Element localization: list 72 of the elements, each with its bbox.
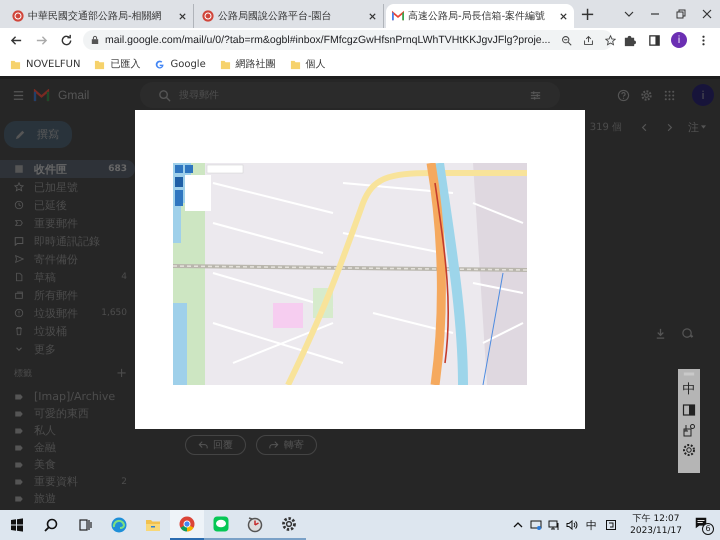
profile-avatar[interactable]: i [671, 32, 687, 48]
tools-icon[interactable] [682, 423, 696, 437]
chat-icon [14, 236, 24, 246]
warning-icon [14, 308, 24, 318]
speaker-icon[interactable] [566, 519, 578, 531]
network-icon[interactable] [548, 519, 560, 531]
google-logo-icon [154, 58, 166, 70]
input-language-indicator[interactable]: 中 [586, 518, 598, 532]
chrome-browser-icon [178, 515, 196, 533]
send-icon [14, 254, 24, 264]
unread-count: 683 [108, 164, 127, 174]
document-icon [14, 272, 24, 282]
pencil-icon [14, 128, 27, 141]
input-mode-button[interactable]: 中 [682, 382, 696, 397]
clock-app-icon [246, 515, 264, 533]
account-avatar[interactable]: i [692, 84, 714, 106]
notification-icon[interactable] [694, 516, 708, 530]
contrast-icon[interactable] [682, 403, 696, 417]
folder-icon [10, 58, 21, 70]
close-icon[interactable] [178, 12, 187, 20]
side-panel-icon[interactable] [648, 34, 661, 46]
task-view-icon[interactable] [77, 517, 93, 533]
emblem-icon [202, 10, 214, 22]
mailbox-item[interactable]: 收件匣 683 [0, 160, 135, 178]
star-icon [14, 182, 24, 192]
notification-count: 6 [702, 523, 714, 535]
folder-icon [94, 58, 106, 70]
add-label-button[interactable]: + [116, 366, 127, 380]
ime-mode-icon[interactable] [605, 519, 618, 531]
close-icon[interactable] [701, 8, 713, 20]
stacked-mail-icon [14, 290, 24, 300]
bookmark[interactable]: 網路社團 [220, 57, 276, 71]
address-bar[interactable]: mail.google.com/mail/u/0/?tab=rm&ogbl#inbox/FMfcgzGwHfsnPrnqLWhTVHtKKJgvJFlg?proje... [83, 30, 613, 50]
emblem-icon [12, 10, 24, 22]
close-icon[interactable] [368, 12, 377, 20]
browser-tab[interactable]: 高速公路局-局長信箱-案件編號 [386, 4, 574, 28]
back-arrow-icon[interactable] [10, 34, 23, 46]
filter-sliders-icon[interactable] [529, 88, 542, 102]
zoom-icon[interactable] [561, 34, 572, 46]
forward-arrow-icon [269, 440, 279, 450]
settings-icon [280, 515, 298, 533]
trash-icon [14, 326, 24, 336]
monitor-icon[interactable] [530, 519, 542, 531]
chat-app-icon [212, 515, 230, 533]
gmail-logo-icon [392, 10, 404, 22]
caret-icon [701, 125, 706, 129]
bookmark[interactable]: NOVELFUN [10, 58, 80, 70]
restore-icon[interactable] [675, 8, 687, 20]
settings-icon[interactable] [682, 443, 696, 457]
windows-start-icon[interactable] [9, 517, 25, 533]
drag-handle-icon[interactable] [683, 372, 695, 376]
puzzle-icon[interactable] [623, 34, 636, 46]
label-arrow-icon [14, 218, 24, 228]
star-icon[interactable] [605, 34, 616, 46]
bookmark[interactable]: 已匯入 [94, 57, 140, 71]
gmail-logo-icon [33, 88, 50, 102]
reply-arrow-icon [198, 440, 208, 450]
taskbar-app[interactable] [170, 510, 204, 540]
search-icon[interactable] [43, 517, 59, 533]
folder-icon [290, 58, 301, 70]
inbox-icon [14, 164, 24, 174]
close-icon[interactable] [559, 12, 568, 20]
clock-icon [14, 200, 24, 210]
reload-icon[interactable] [60, 34, 73, 46]
bookmark[interactable]: Google [154, 58, 206, 70]
bookmark[interactable]: 個人 [290, 57, 326, 71]
lock-icon [91, 35, 99, 45]
folder-icon [220, 58, 231, 70]
edge-browser-icon [110, 516, 128, 534]
share-icon[interactable] [583, 34, 594, 46]
taskbar-clock[interactable]: 下午 12:07 2023/11/17 [630, 513, 682, 537]
new-tab-button[interactable]: + [576, 4, 600, 24]
